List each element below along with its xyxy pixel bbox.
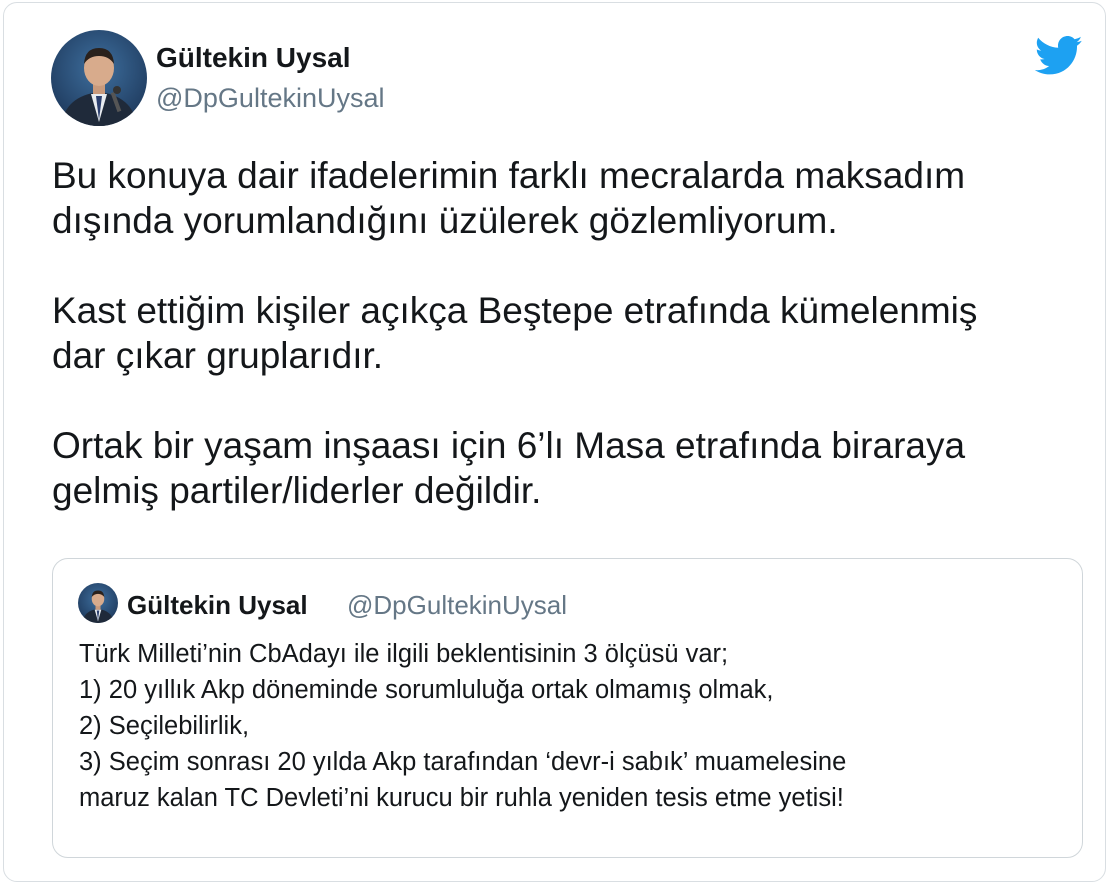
quoted-text-line: Türk Milleti’nin CbAdayı ile ilgili bekl… (79, 640, 729, 668)
tweet-paragraph: Kast ettiğim kişiler açıkça Beştepe etra… (52, 290, 978, 376)
tweet-paragraph: Bu konuya dair ifadelerimin farklı mecra… (52, 155, 966, 241)
quoted-author-handle: @DpGultekinUysal (347, 590, 568, 620)
author-handle[interactable]: @DpGultekinUysal (156, 83, 385, 114)
tweet-text: Bu konuya dair ifadelerimin farklı mecra… (52, 153, 1072, 558)
quoted-text-line: 3) Seçim sonrası 20 yılda Akp tarafından… (79, 748, 847, 776)
avatar[interactable] (51, 30, 147, 126)
quoted-text-line: 2) Seçilebilirlik, (79, 712, 250, 740)
quoted-tweet-text: Türk Milleti’nin CbAdayı ile ilgili bekl… (79, 636, 1069, 816)
quoted-avatar (78, 583, 118, 623)
quoted-text-line: 1) 20 yıllık Akp döneminde sorumluluğa o… (79, 676, 774, 704)
quoted-tweet[interactable]: Gültekin Uysal @DpGultekinUysal Türk Mil… (52, 558, 1083, 858)
tweet-card: Gültekin Uysal @DpGultekinUysal Bu konuy… (3, 2, 1106, 882)
twitter-bird-icon[interactable] (1034, 36, 1084, 76)
author-name[interactable]: Gültekin Uysal (156, 42, 351, 74)
quoted-text-line: maruz kalan TC Devleti’ni kurucu bir ruh… (79, 784, 844, 812)
quoted-author-name: Gültekin Uysal (127, 590, 308, 620)
tweet-paragraph: Ortak bir yaşam inşaası için 6’lı Masa e… (52, 425, 966, 511)
